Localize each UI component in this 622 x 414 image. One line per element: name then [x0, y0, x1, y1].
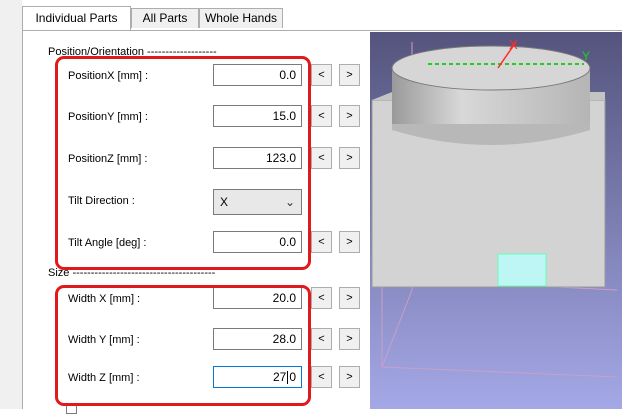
width-z-decrement-button[interactable]: < [311, 366, 332, 388]
position-y-increment-button[interactable]: > [339, 105, 360, 127]
left-panel-strip [0, 0, 22, 409]
3d-viewport[interactable]: Y X [370, 32, 622, 409]
axis-y-label: Y [582, 49, 590, 63]
fingertip-block [497, 253, 547, 287]
axis-x-label: X [509, 37, 518, 52]
width-x-decrement-button[interactable]: < [311, 287, 332, 309]
position-x-decrement-button[interactable]: < [311, 64, 332, 86]
width-z-increment-button[interactable]: > [339, 366, 360, 388]
tab-individual-parts[interactable]: Individual Parts [22, 6, 131, 30]
3d-scene: Y X [370, 32, 622, 409]
tilt-angle-increment-button[interactable]: > [339, 231, 360, 253]
width-y-increment-button[interactable]: > [339, 328, 360, 350]
position-z-increment-button[interactable]: > [339, 147, 360, 169]
size-highlight-box [55, 285, 311, 406]
position-y-decrement-button[interactable]: < [311, 105, 332, 127]
tab-all-parts[interactable]: All Parts [131, 8, 199, 28]
tilt-angle-decrement-button[interactable]: < [311, 231, 332, 253]
position-highlight-box [55, 56, 311, 270]
cylinder-top [391, 45, 591, 91]
tab-whole-hands[interactable]: Whole Hands [199, 8, 283, 28]
width-y-decrement-button[interactable]: < [311, 328, 332, 350]
width-x-increment-button[interactable]: > [339, 287, 360, 309]
position-z-decrement-button[interactable]: < [311, 147, 332, 169]
position-x-increment-button[interactable]: > [339, 64, 360, 86]
